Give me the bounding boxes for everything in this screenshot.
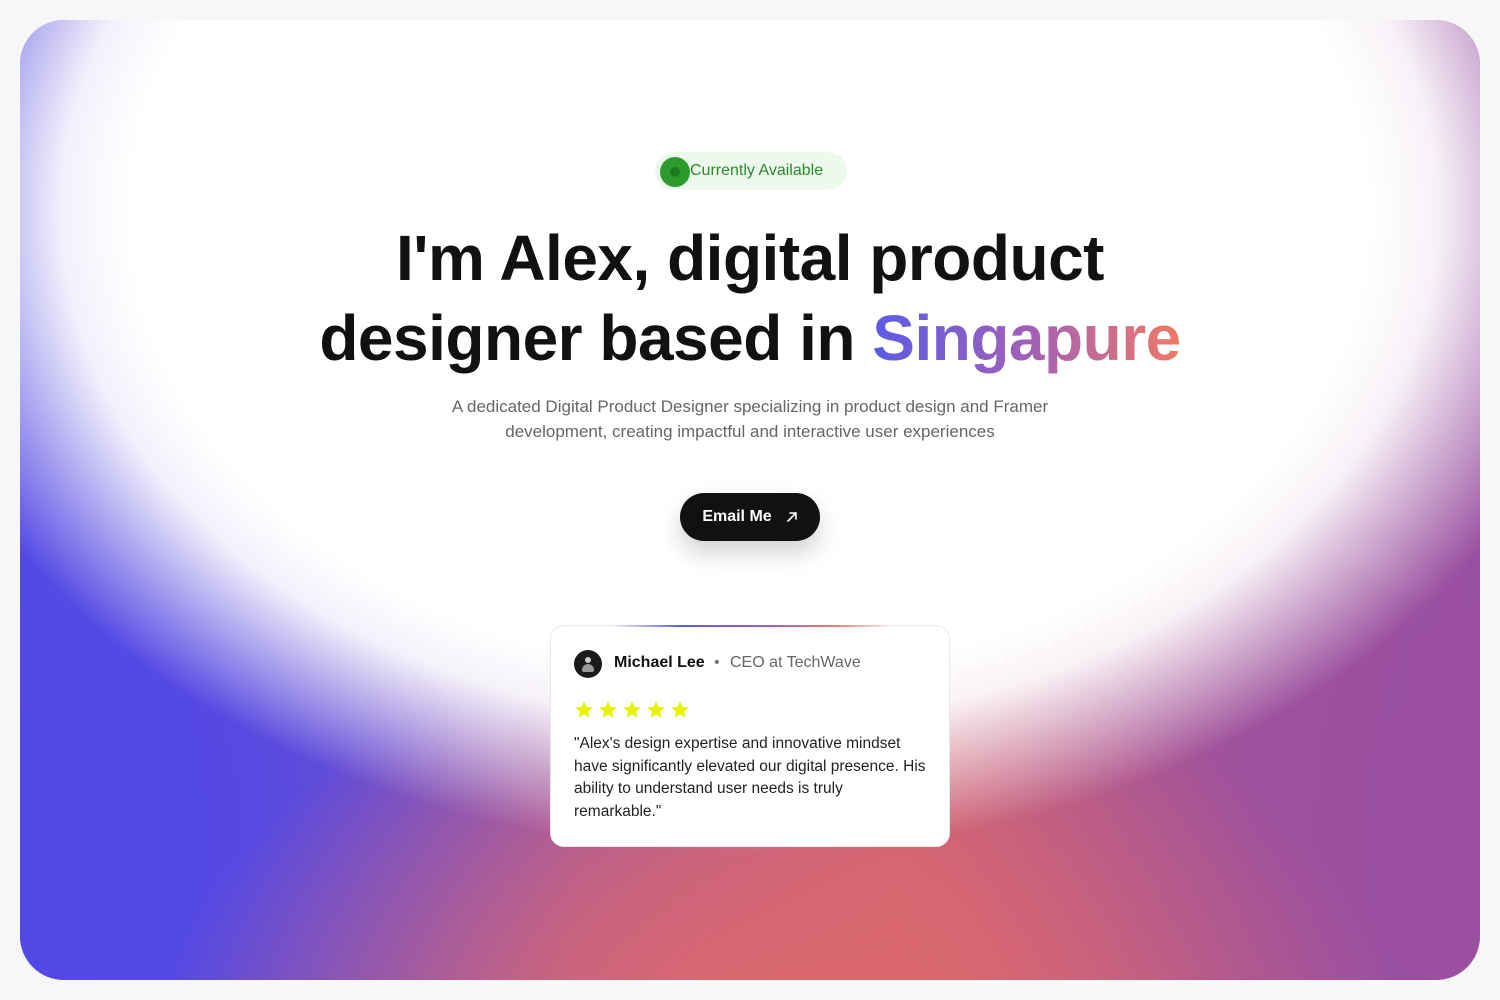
- avatar: [574, 650, 602, 678]
- star-rating: [574, 700, 690, 720]
- card-accent-line: [611, 625, 891, 627]
- email-me-label: Email Me: [702, 508, 772, 525]
- star-icon: [575, 701, 593, 718]
- star-icon: [623, 701, 641, 718]
- headline-line-1: I'm Alex, digital product: [396, 222, 1104, 294]
- headline-accent-location: Singapure: [872, 302, 1181, 374]
- testimonial-author: Michael Lee: [614, 654, 705, 671]
- availability-badge: Currently Available: [655, 152, 847, 190]
- star-icon: [647, 701, 665, 718]
- hero-subtitle: A dedicated Digital Product Designer spe…: [451, 397, 1049, 441]
- testimonial-role: CEO at TechWave: [730, 654, 861, 671]
- availability-label: Currently Available: [690, 162, 824, 179]
- separator-dot: •: [714, 654, 720, 671]
- headline-line-2: designer based in: [319, 302, 873, 374]
- star-icon: [599, 701, 617, 718]
- testimonial-quote: "Alex's design expertise and innovative …: [574, 735, 926, 820]
- hero-headline: I'm Alex, digital product designer based…: [20, 218, 1480, 378]
- hero-frame: Currently Available I'm Alex, digital pr…: [20, 20, 1480, 980]
- arrow-up-right-icon: [786, 512, 797, 522]
- testimonial-card: Michael Lee • CEO at TechWave "Alex's de…: [550, 625, 950, 847]
- status-dot-icon: [660, 157, 690, 187]
- star-icon: [671, 701, 689, 718]
- email-me-button[interactable]: Email Me: [680, 493, 820, 541]
